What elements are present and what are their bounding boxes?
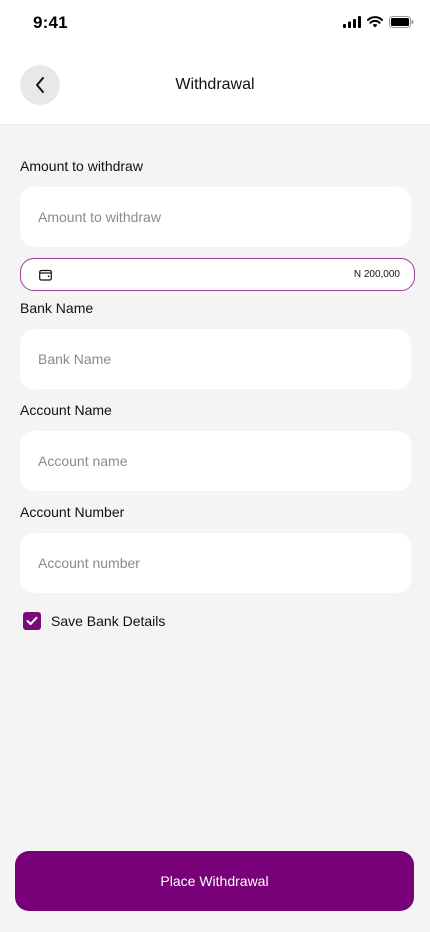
account-number-input[interactable] [20, 533, 411, 593]
app-header: Withdrawal [0, 46, 430, 125]
place-withdrawal-button[interactable]: Place Withdrawal [15, 851, 414, 911]
wallet-balance-value: N 200,000 [353, 269, 400, 280]
status-bar: 9:41 [0, 0, 430, 46]
wallet-icon [39, 269, 52, 281]
status-icons [343, 15, 414, 29]
status-time: 9:41 [33, 13, 68, 32]
save-bank-details-checkbox[interactable] [23, 612, 41, 630]
battery-icon [389, 16, 414, 28]
wifi-icon [367, 16, 383, 28]
bank-name-input[interactable] [20, 329, 411, 389]
amount-input[interactable] [20, 187, 411, 247]
wallet-balance-bar: N 200,000 [20, 258, 415, 291]
page-title: Withdrawal [175, 76, 255, 93]
account-name-label: Account Name [20, 402, 112, 418]
checkmark-icon [26, 616, 38, 625]
save-bank-details-label: Save Bank Details [51, 613, 166, 629]
cellular-signal-icon [343, 16, 361, 28]
bank-name-label: Bank Name [20, 300, 94, 316]
account-name-input[interactable] [20, 431, 411, 491]
account-number-label: Account Number [20, 504, 125, 520]
amount-label: Amount to withdraw [20, 158, 143, 174]
save-bank-details-toggle[interactable]: Save Bank Details [23, 612, 165, 630]
